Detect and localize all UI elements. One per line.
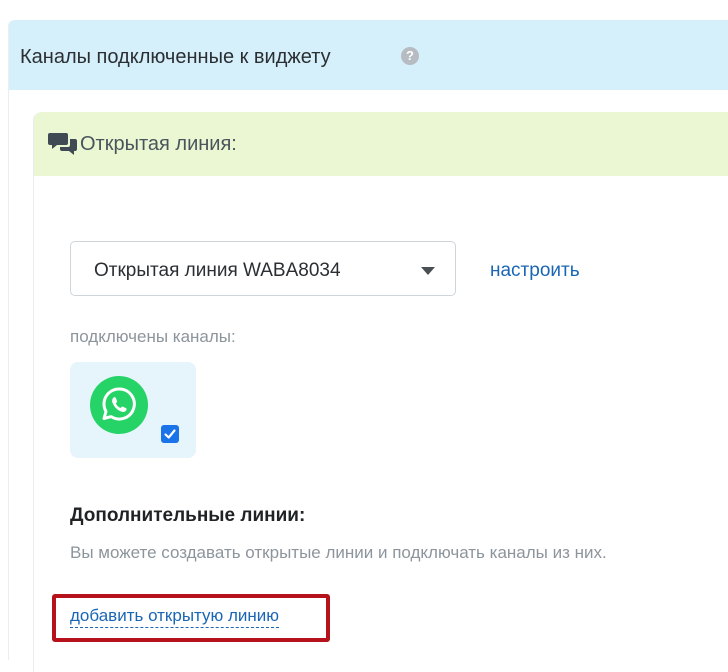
extra-lines-title: Дополнительные линии: (70, 505, 306, 526)
question-circle-icon[interactable]: ? (401, 47, 419, 65)
section-title: Открытая линия: (80, 133, 237, 155)
caret-down-icon (421, 267, 435, 275)
widget-channels-panel: Каналы подключенные к виджету ? Открытая… (8, 20, 728, 672)
panel-header: Каналы подключенные к виджету ? (9, 20, 728, 90)
connected-channels-label: подключены каналы: (70, 327, 236, 346)
checkmark-icon (164, 429, 176, 439)
configure-link[interactable]: настроить (490, 260, 580, 282)
channel-checkbox[interactable] (161, 425, 179, 443)
chat-bubbles-icon (48, 133, 77, 155)
extra-lines-description: Вы можете создавать открытые линии и под… (70, 543, 607, 562)
open-line-select[interactable]: Открытая линия WABA8034 (70, 241, 456, 296)
whatsapp-icon (90, 376, 148, 434)
select-value: Открытая линия WABA8034 (94, 260, 341, 281)
add-open-line-link[interactable]: добавить открытую линию (70, 606, 280, 628)
open-line-section: Открытая линия: Открытая линия WABA8034 … (33, 112, 728, 672)
section-header: Открытая линия: (34, 112, 728, 176)
channel-card-whatsapp (70, 362, 196, 458)
panel-title: Каналы подключенные к виджету (20, 46, 331, 68)
